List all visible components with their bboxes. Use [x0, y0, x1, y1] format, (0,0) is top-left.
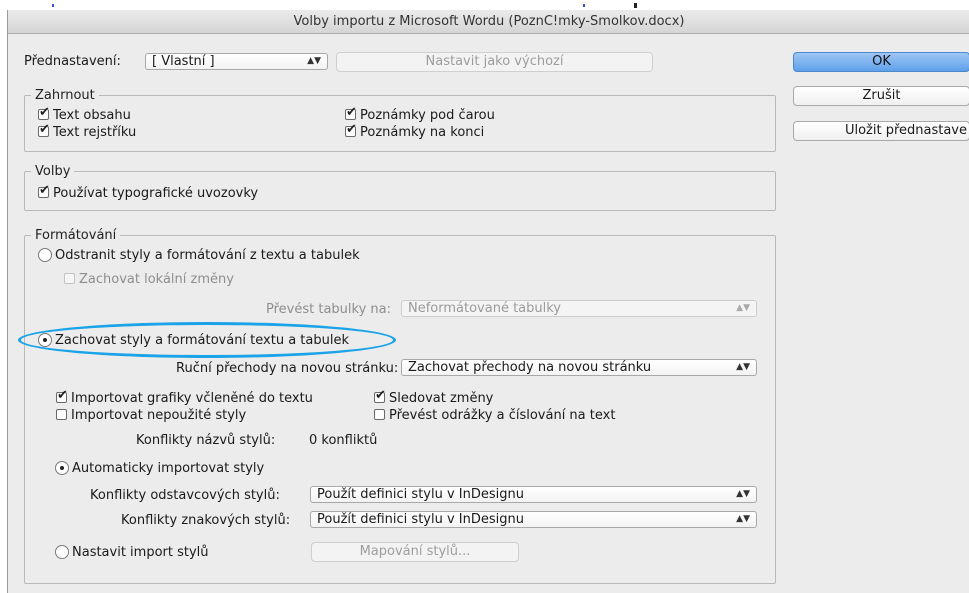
select-arrows-icon: ▲▼	[736, 303, 750, 313]
include-footnotes-checkbox[interactable]: Poznámky pod čarou	[345, 105, 495, 123]
highlight-ellipse	[18, 322, 396, 358]
radio-unselected-icon	[55, 545, 69, 559]
import-options-dialog: Volby importu z Microsoft Wordu (PoznC!m…	[7, 10, 969, 593]
auto-import-radio[interactable]: Automaticky importovat styly	[55, 461, 264, 476]
ruler-marker	[583, 4, 585, 7]
keep-local-changes-checkbox[interactable]: Zachovat lokální změny	[64, 272, 234, 287]
checkbox-checked-icon	[345, 122, 357, 137]
radio-unselected-icon	[38, 248, 52, 262]
track-changes-label: Sledovat změny	[389, 391, 494, 406]
convert-tables-value: Neformátované tabulky	[408, 301, 562, 316]
remove-styles-radio[interactable]: Odstranit styly a formátování z textu a …	[38, 248, 360, 263]
convert-bullets-label: Převést odrážky a číslování na text	[389, 408, 616, 423]
radio-selected-icon	[55, 461, 69, 475]
options-legend: Volby	[35, 164, 71, 179]
typographic-quotes-checkbox[interactable]: Používat typografické uvozovky	[38, 183, 259, 201]
style-mapping-button[interactable]: Mapování stylů...	[311, 542, 519, 562]
checkbox-unchecked-icon	[56, 409, 67, 420]
checkbox-checked-icon	[56, 388, 68, 403]
import-unused-checkbox[interactable]: Importovat nepoužité styly	[56, 408, 246, 423]
include-index-checkbox[interactable]: Text rejstříku	[38, 122, 137, 140]
ok-button[interactable]: OK	[793, 52, 969, 72]
select-arrows-icon: ▲▼	[736, 489, 750, 499]
char-conflicts-label: Konflikty znakových stylů:	[121, 513, 291, 528]
import-graphics-label: Importovat grafiky včleněné do textu	[71, 391, 313, 406]
typographic-quotes-label: Používat typografické uvozovky	[53, 186, 259, 201]
para-conflicts-select[interactable]: Použít definici stylu v InDesignu ▲▼	[310, 486, 757, 503]
window-title: Volby importu z Microsoft Wordu (PoznC!m…	[8, 10, 969, 34]
para-conflicts-value: Použít definici stylu v InDesignu	[317, 487, 524, 502]
import-graphics-checkbox[interactable]: Importovat grafiky včleněné do textu	[56, 388, 313, 406]
include-index-label: Text rejstříku	[53, 125, 137, 140]
include-footnotes-label: Poznámky pod čarou	[360, 108, 495, 123]
preset-value: [ Vlastní ]	[152, 54, 215, 69]
checkbox-unchecked-icon	[374, 409, 385, 420]
include-endnotes-label: Poznámky na konci	[360, 125, 485, 140]
text-cursor-marker	[634, 3, 637, 8]
convert-bullets-checkbox[interactable]: Převést odrážky a číslování na text	[374, 408, 615, 423]
preset-select[interactable]: [ Vlastní ] ▲▼	[145, 53, 328, 70]
char-conflicts-select[interactable]: Použít definici stylu v InDesignu ▲▼	[310, 511, 757, 528]
include-toc-label: Text obsahu	[53, 108, 131, 123]
convert-tables-select[interactable]: Neformátované tabulky ▲▼	[401, 300, 757, 317]
page-breaks-label: Ruční přechody na novou stránku:	[176, 361, 399, 376]
custom-import-label: Nastavit import stylů	[72, 545, 209, 560]
checkbox-checked-icon	[38, 105, 50, 120]
para-conflicts-label: Konflikty odstavcových stylů:	[90, 488, 280, 503]
select-arrows-icon: ▲▼	[307, 56, 321, 66]
char-conflicts-value: Použít definici stylu v InDesignu	[317, 512, 524, 527]
include-toc-checkbox[interactable]: Text obsahu	[38, 105, 131, 123]
preset-label: Přednastavení:	[24, 54, 121, 69]
keep-local-changes-label: Zachovat lokální změny	[79, 272, 234, 287]
convert-tables-label: Převést tabulky na:	[266, 302, 392, 317]
select-arrows-icon: ▲▼	[736, 514, 750, 524]
ruler-marker	[52, 4, 54, 7]
page-breaks-select[interactable]: Zachovat přechody na novou stránku ▲▼	[401, 359, 757, 376]
include-legend: Zahrnout	[35, 88, 95, 103]
remove-styles-label: Odstranit styly a formátování z textu a …	[55, 248, 360, 263]
include-endnotes-checkbox[interactable]: Poznámky na konci	[345, 122, 485, 140]
auto-import-label: Automaticky importovat styly	[72, 461, 265, 476]
formatting-legend: Formátování	[35, 228, 117, 243]
checkbox-checked-icon	[38, 122, 50, 137]
custom-import-radio[interactable]: Nastavit import stylů	[55, 545, 209, 560]
conflicts-value: 0 konfliktů	[309, 433, 378, 448]
checkbox-checked-icon	[38, 183, 50, 198]
save-preset-button[interactable]: Uložit přednastave	[793, 121, 969, 141]
checkbox-unchecked-icon	[64, 273, 75, 284]
page-breaks-value: Zachovat přechody na novou stránku	[408, 360, 652, 375]
track-changes-checkbox[interactable]: Sledovat změny	[374, 388, 494, 406]
cancel-button[interactable]: Zrušit	[793, 86, 969, 106]
set-default-button[interactable]: Nastavit jako výchozí	[336, 52, 653, 72]
checkbox-checked-icon	[345, 105, 357, 120]
import-unused-label: Importovat nepoužité styly	[71, 408, 247, 423]
checkbox-checked-icon	[374, 388, 386, 403]
select-arrows-icon: ▲▼	[736, 362, 750, 372]
conflicts-label: Konflikty názvů stylů:	[136, 433, 276, 448]
